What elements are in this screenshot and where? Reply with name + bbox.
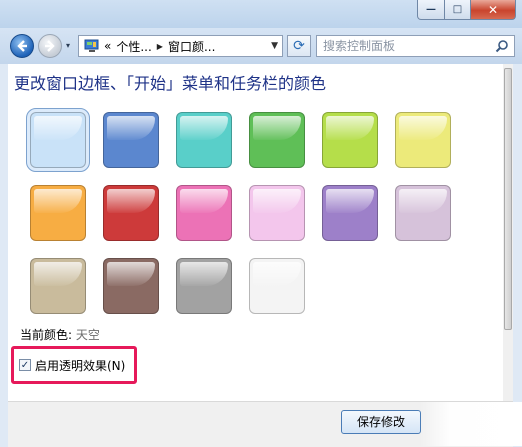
color-swatch-6[interactable] [395, 112, 451, 168]
search-placeholder: 搜索控制面板 [323, 39, 396, 53]
search-icon[interactable] [495, 39, 509, 53]
color-swatch-10[interactable] [249, 185, 305, 241]
watermark-overlay [420, 402, 522, 446]
color-swatch-14[interactable] [103, 258, 159, 314]
maximize-button[interactable]: □ [445, 0, 471, 20]
current-color-value: 天空 [75, 328, 100, 342]
address-dropdown-icon[interactable]: ▼ [271, 41, 278, 51]
minimize-button[interactable]: — [417, 0, 445, 20]
recent-pages-dropdown[interactable]: ▾ [66, 41, 70, 50]
current-color-key: 当前颜色: [20, 328, 73, 342]
transparency-checkbox[interactable]: ✓ [19, 359, 31, 371]
caption-buttons: — □ ✕ [417, 0, 516, 20]
transparency-label[interactable]: 启用透明效果(N) [35, 357, 125, 374]
color-swatch-4[interactable] [249, 112, 305, 168]
back-arrow-icon [17, 40, 27, 52]
close-icon: ✕ [487, 2, 499, 17]
color-swatch-7[interactable] [30, 185, 86, 241]
scrollbar-thumb[interactable] [504, 68, 512, 330]
color-swatch-1[interactable] [26, 108, 90, 172]
back-button[interactable] [10, 34, 34, 58]
forward-arrow-icon [45, 40, 55, 52]
breadcrumb-personalization[interactable]: 个性... [116, 38, 151, 55]
maximize-icon: □ [452, 4, 463, 15]
content-pane: 更改窗口边框、「开始」菜单和任务栏的颜色 当前颜色: 天空 ✓ 启用透明效果(N… [8, 64, 513, 401]
color-swatch-8[interactable] [103, 185, 159, 241]
color-swatch-13[interactable] [30, 258, 86, 314]
address-overflow[interactable]: « [104, 39, 111, 53]
title-bar: — □ ✕ [0, 0, 522, 28]
color-swatch-9[interactable] [176, 185, 232, 241]
breadcrumb-separator-icon[interactable]: ▶ [157, 42, 163, 51]
color-swatch-12[interactable] [395, 185, 451, 241]
page-title: 更改窗口边框、「开始」菜单和任务栏的颜色 [14, 74, 327, 93]
color-swatch-15[interactable] [176, 258, 232, 314]
color-swatch-5[interactable] [322, 112, 378, 168]
color-swatch-16[interactable] [249, 258, 305, 314]
address-bar[interactable]: « 个性... ▶ 窗口颜... ▼ [78, 35, 283, 57]
vertical-scrollbar[interactable] [503, 64, 513, 401]
breadcrumb-window-color[interactable]: 窗口颜... [168, 38, 215, 55]
navigation-bar: ▾ « 个性... ▶ 窗口颜... ▼ ⟳ 搜索控制面板 [0, 28, 522, 64]
refresh-icon: ⟳ [293, 38, 305, 54]
color-swatch-3[interactable] [176, 112, 232, 168]
transparency-option[interactable]: ✓ 启用透明效果(N) [11, 346, 137, 384]
minimize-icon: — [426, 4, 436, 15]
color-swatch-2[interactable] [103, 112, 159, 168]
control-panel-icon [84, 39, 99, 52]
color-swatch-11[interactable] [322, 185, 378, 241]
refresh-button[interactable]: ⟳ [287, 35, 311, 57]
current-color-label: 当前颜色: 天空 [20, 326, 100, 343]
save-changes-button[interactable]: 保存修改 [341, 410, 421, 434]
close-button[interactable]: ✕ [471, 0, 516, 20]
forward-button[interactable] [38, 34, 62, 58]
search-input[interactable]: 搜索控制面板 [316, 35, 515, 57]
